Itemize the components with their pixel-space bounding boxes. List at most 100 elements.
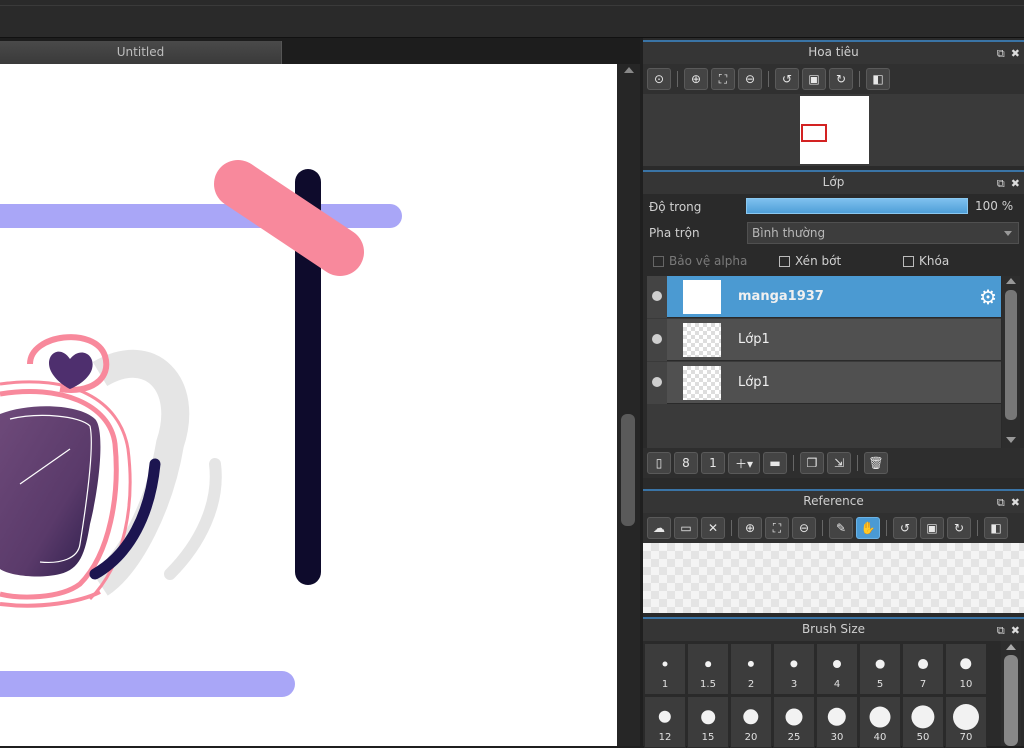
close-icon[interactable]: ✖ (1011, 48, 1020, 59)
visibility-eye-icon[interactable] (652, 334, 662, 344)
brush-size-value: 40 (873, 732, 887, 743)
layer-row[interactable]: manga1937 ⚙ (647, 276, 1001, 318)
brush-size-cell[interactable]: 40 (859, 696, 901, 748)
navigator-preview-area (643, 94, 1024, 166)
blend-mode-select[interactable]: Bình thường (747, 222, 1019, 244)
drawing-canvas[interactable] (0, 64, 617, 746)
scroll-down-arrow-icon[interactable] (1006, 437, 1016, 443)
brush-size-cell[interactable]: 7 (902, 643, 944, 695)
brush-size-cell[interactable]: 15 (687, 696, 729, 748)
layer-thumbnail (683, 366, 721, 400)
rotate-right-icon[interactable]: ↻ (829, 68, 853, 90)
popout-icon[interactable]: ⧉ (997, 625, 1005, 636)
add-layer-menu-icon[interactable]: ＋▾ (728, 452, 760, 474)
navigator-view-frame[interactable] (801, 124, 827, 142)
canvas-scroll-thumb[interactable] (621, 414, 635, 526)
brush-size-cell[interactable]: 10 (945, 643, 987, 695)
brush-size-panel-header: Brush Size ⧉ ✖ (643, 617, 1024, 641)
brush-size-grid: 1 1.5 2 3 4 5 7 10 12 15 20 25 30 40 50 70 (643, 641, 987, 748)
visibility-eye-icon[interactable] (652, 291, 662, 301)
eyedropper-icon[interactable]: ✎ (829, 517, 853, 539)
brush-size-cell[interactable]: 3 (773, 643, 815, 695)
close-icon[interactable]: ✖ (1011, 497, 1020, 508)
protect-alpha-checkbox[interactable]: Bảo vệ alpha (653, 254, 747, 268)
brush-size-cell[interactable]: 1.5 (687, 643, 729, 695)
layer-scroll-thumb[interactable] (1005, 290, 1017, 420)
brush-size-dot (743, 709, 759, 725)
brush-size-cell[interactable]: 4 (816, 643, 858, 695)
checkbox-box[interactable] (653, 255, 664, 267)
flip-horizontal-icon[interactable]: ◧ (866, 68, 890, 90)
galaxy-body (0, 406, 101, 577)
delete-layer-icon[interactable]: 🗑 (864, 452, 888, 474)
zoom-out-icon[interactable]: ⊖ (738, 68, 762, 90)
brush-size-scrollbar[interactable] (1001, 641, 1021, 746)
brush-size-cell[interactable]: 12 (644, 696, 686, 748)
popout-icon[interactable]: ⧉ (997, 178, 1005, 189)
brush-size-cell[interactable]: 30 (816, 696, 858, 748)
zoom-out-icon[interactable]: ⊖ (792, 517, 816, 539)
brush-size-title: Brush Size (801, 622, 866, 636)
lock-checkbox[interactable]: Khóa (903, 254, 949, 268)
brush-size-value: 7 (919, 679, 927, 690)
zoom-in-icon[interactable]: ⊕ (738, 517, 762, 539)
brush-size-value: 4 (833, 679, 841, 690)
rotate-left-icon[interactable]: ↺ (893, 517, 917, 539)
rotate-right-icon[interactable]: ↻ (947, 517, 971, 539)
toolbar-separator (677, 71, 678, 87)
clipping-checkbox[interactable]: Xén bớt (779, 254, 841, 268)
layer-panel-title: Lớp (822, 175, 845, 189)
reset-rotation-icon[interactable]: ▣ (802, 68, 826, 90)
new-layer-8bit-icon[interactable]: 8 (674, 452, 698, 474)
brush-scroll-thumb[interactable] (1004, 655, 1018, 746)
duplicate-layer-icon[interactable]: ❐ (800, 452, 824, 474)
zoom-actual-icon[interactable]: ⊙ (647, 68, 671, 90)
cloud-icon[interactable]: ☁ (647, 517, 671, 539)
scroll-up-arrow-icon[interactable] (624, 67, 634, 73)
brush-size-value: 12 (658, 732, 672, 743)
new-layer-1bit-icon[interactable]: 1 (701, 452, 725, 474)
visibility-eye-icon[interactable] (652, 377, 662, 387)
close-icon[interactable]: ✖ (1011, 625, 1020, 636)
brush-size-dot (869, 706, 891, 728)
brush-size-cell[interactable]: 1 (644, 643, 686, 695)
fit-icon[interactable]: ⛶ (765, 517, 789, 539)
layer-list-scrollbar[interactable] (1002, 276, 1020, 448)
merge-down-icon[interactable]: ⇲ (827, 452, 851, 474)
brush-size-cell[interactable]: 5 (859, 643, 901, 695)
hand-icon[interactable]: ✋ (856, 517, 880, 539)
new-layer-icon[interactable]: ▯ (647, 452, 671, 474)
layer-list: manga1937 ⚙ Lớp1 Lớp1 (647, 276, 1001, 448)
brush-size-cell[interactable]: 50 (902, 696, 944, 748)
popout-icon[interactable]: ⧉ (997, 497, 1005, 508)
canvas-vertical-scrollbar[interactable] (617, 64, 640, 746)
brush-size-cell[interactable]: 70 (945, 696, 987, 748)
zoom-in-icon[interactable]: ⊕ (684, 68, 708, 90)
brush-size-cell[interactable]: 25 (773, 696, 815, 748)
close-icon[interactable]: ✖ (1011, 178, 1020, 189)
gear-icon[interactable]: ⚙ (979, 285, 997, 309)
fit-icon[interactable]: ⛶ (711, 68, 735, 90)
top-menu-bar (0, 0, 1024, 38)
brush-size-cell[interactable]: 2 (730, 643, 772, 695)
rotate-left-icon[interactable]: ↺ (775, 68, 799, 90)
checkbox-box[interactable] (779, 255, 790, 267)
document-tab[interactable]: Untitled (0, 41, 282, 64)
popout-icon[interactable]: ⧉ (997, 48, 1005, 59)
close-icon[interactable]: ✕ (701, 517, 725, 539)
reference-image-area[interactable] (643, 543, 1024, 613)
folder-icon[interactable]: ▬ (763, 452, 787, 474)
reset-rotation-icon[interactable]: ▣ (920, 517, 944, 539)
scroll-up-arrow-icon[interactable] (1006, 278, 1016, 284)
layer-row[interactable]: Lớp1 (647, 319, 1001, 361)
brush-size-cell[interactable]: 20 (730, 696, 772, 748)
navigator-thumbnail[interactable] (800, 96, 869, 164)
scroll-up-arrow-icon[interactable] (1006, 644, 1016, 650)
protect-alpha-label: Bảo vệ alpha (669, 254, 748, 268)
flip-horizontal-icon[interactable]: ◧ (984, 517, 1008, 539)
checkbox-box[interactable] (903, 255, 914, 267)
layer-toolbar: ▯ 8 1 ＋▾ ▬ ❐ ⇲ 🗑 (643, 448, 1024, 478)
layer-row[interactable]: Lớp1 (647, 362, 1001, 404)
open-folder-icon[interactable]: ▭ (674, 517, 698, 539)
opacity-slider[interactable] (746, 198, 968, 214)
